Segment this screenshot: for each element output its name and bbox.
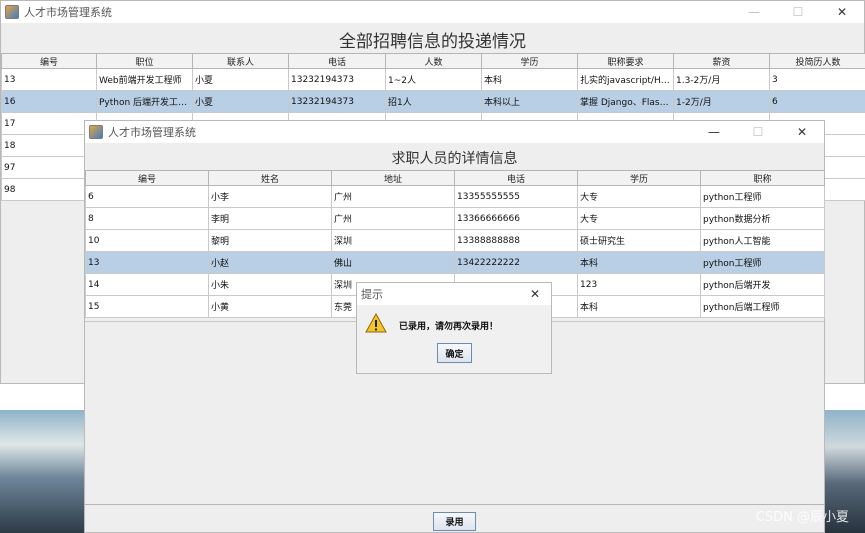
column-header[interactable]: 职称: [700, 170, 825, 186]
table-cell[interactable]: 本科: [577, 295, 701, 318]
table-cell[interactable]: 广州: [331, 207, 455, 230]
table-cell[interactable]: 佛山: [331, 251, 455, 274]
table-cell[interactable]: 98: [1, 178, 97, 201]
maximize-icon[interactable]: ☐: [736, 121, 780, 143]
table-cell[interactable]: python工程师: [700, 185, 825, 208]
table-cell[interactable]: 8: [85, 207, 209, 230]
table-cell[interactable]: 深圳: [331, 229, 455, 252]
table-cell[interactable]: 大专: [577, 207, 701, 230]
table-cell[interactable]: 13422222222: [454, 251, 578, 274]
table-row[interactable]: 10 黎明 深圳 13388888888 硕士研究生 python人工智能: [85, 229, 825, 252]
column-header[interactable]: 薪资: [673, 53, 770, 69]
table-cell[interactable]: 广州: [331, 185, 455, 208]
table-cell[interactable]: python数据分析: [700, 207, 825, 230]
table-cell[interactable]: 10: [85, 229, 209, 252]
hire-button[interactable]: 录用: [433, 512, 476, 531]
java-app-icon: [89, 125, 103, 139]
table-cell[interactable]: 13388888888: [454, 229, 578, 252]
table-cell[interactable]: 1~2人: [385, 68, 482, 91]
table-cell[interactable]: 14: [85, 273, 209, 296]
table-row[interactable]: 16 Python 后端开发工程师 小夏 13232194373 招1人 本科以上 掌握 D…: [1, 90, 865, 113]
minimize-icon[interactable]: —: [692, 121, 736, 143]
alert-dialog: 提示 ✕ 已录用，请勿再次录用！ 确定: [356, 282, 552, 374]
table-cell[interactable]: 13: [1, 68, 97, 91]
table-cell[interactable]: 掌握 Django、Flask...: [577, 90, 674, 113]
detail-heading: 求职人员的详情信息: [391, 151, 518, 167]
table-row[interactable]: 13 Web前端开发工程师 小夏 13232194373 1~2人 本科 扎实的javasc…: [1, 68, 865, 91]
dialog-titlebar[interactable]: 提示 ✕: [357, 283, 551, 305]
table-cell[interactable]: 17: [1, 112, 97, 135]
ok-button[interactable]: 确定: [437, 343, 472, 363]
table-cell[interactable]: 小夏: [192, 90, 289, 113]
table-cell[interactable]: Web前端开发工程师: [96, 68, 193, 91]
table-cell[interactable]: 16: [1, 90, 97, 113]
table-cell[interactable]: 小赵: [208, 251, 332, 274]
dialog-message: 已录用，请勿再次录用！: [399, 322, 499, 332]
column-header[interactable]: 学历: [481, 53, 578, 69]
table-cell[interactable]: 扎实的javascript/HTM...: [577, 68, 674, 91]
column-header[interactable]: 学历: [577, 170, 701, 186]
table-cell[interactable]: python工程师: [700, 251, 825, 274]
minimize-icon[interactable]: —: [732, 1, 776, 23]
column-header[interactable]: 职位: [96, 53, 193, 69]
column-header[interactable]: 地址: [331, 170, 455, 186]
column-header[interactable]: 职称要求: [577, 53, 674, 69]
table-cell[interactable]: 13366666666: [454, 207, 578, 230]
watermark-text: CSDN @辰小夏: [755, 510, 849, 525]
desktop-background-left: [0, 410, 85, 533]
table-cell[interactable]: 招1人: [385, 90, 482, 113]
table-cell[interactable]: 1-2万/月: [673, 90, 770, 113]
main-window-title: 人才市场管理系统: [24, 6, 112, 19]
column-header[interactable]: 联系人: [192, 53, 289, 69]
table-cell[interactable]: 13232194373: [288, 90, 386, 113]
maximize-icon[interactable]: ☐: [776, 1, 820, 23]
column-header[interactable]: 编号: [1, 53, 97, 69]
table-cell[interactable]: 123: [577, 273, 701, 296]
column-header[interactable]: 编号: [85, 170, 209, 186]
table-cell[interactable]: 15: [85, 295, 209, 318]
table-cell[interactable]: 本科以上: [481, 90, 578, 113]
table-cell[interactable]: 1.3-2万/月: [673, 68, 770, 91]
warning-icon: [365, 313, 387, 333]
table-cell[interactable]: 13232194373: [288, 68, 386, 91]
main-heading: 全部招聘信息的投递情况: [339, 32, 526, 52]
table-cell[interactable]: 97: [1, 156, 97, 179]
close-icon[interactable]: ✕: [780, 121, 824, 143]
table-cell[interactable]: 13: [85, 251, 209, 274]
table-row[interactable]: 13 小赵 佛山 13422222222 本科 python工程师: [85, 251, 825, 274]
detail-window-title: 人才市场管理系统: [108, 126, 196, 139]
table-cell[interactable]: 本科: [577, 251, 701, 274]
table-row[interactable]: 6 小李 广州 13355555555 大专 python工程师: [85, 185, 825, 208]
table-cell[interactable]: 18: [1, 134, 97, 157]
table-cell[interactable]: Python 后端开发工程师: [96, 90, 193, 113]
table-cell[interactable]: 小李: [208, 185, 332, 208]
table-cell[interactable]: 小黄: [208, 295, 332, 318]
close-icon[interactable]: ✕: [519, 283, 551, 305]
column-header[interactable]: 投简历人数: [769, 53, 865, 69]
main-titlebar[interactable]: 人才市场管理系统 — ☐ ✕: [1, 1, 864, 23]
table-cell[interactable]: 13355555555: [454, 185, 578, 208]
detail-titlebar[interactable]: 人才市场管理系统 — ☐ ✕: [85, 121, 824, 143]
table-cell[interactable]: 小朱: [208, 273, 332, 296]
table-cell[interactable]: 李明: [208, 207, 332, 230]
table-cell[interactable]: python后端工程师: [700, 295, 825, 318]
table-cell[interactable]: 小夏: [192, 68, 289, 91]
table-cell[interactable]: python人工智能: [700, 229, 825, 252]
column-header[interactable]: 电话: [288, 53, 386, 69]
close-icon[interactable]: ✕: [820, 1, 864, 23]
table-cell[interactable]: 硕士研究生: [577, 229, 701, 252]
table-cell[interactable]: 3: [769, 68, 865, 91]
table-cell[interactable]: 6: [85, 185, 209, 208]
dialog-title: 提示: [361, 288, 383, 301]
column-header[interactable]: 人数: [385, 53, 482, 69]
column-header[interactable]: 姓名: [208, 170, 332, 186]
table-cell[interactable]: python后端开发: [700, 273, 825, 296]
table-cell[interactable]: 6: [769, 90, 865, 113]
table-cell[interactable]: 本科: [481, 68, 578, 91]
table-row[interactable]: 8 李明 广州 13366666666 大专 python数据分析: [85, 207, 825, 230]
java-app-icon: [5, 5, 19, 19]
table-cell[interactable]: 黎明: [208, 229, 332, 252]
column-header[interactable]: 电话: [454, 170, 578, 186]
table-cell[interactable]: 大专: [577, 185, 701, 208]
